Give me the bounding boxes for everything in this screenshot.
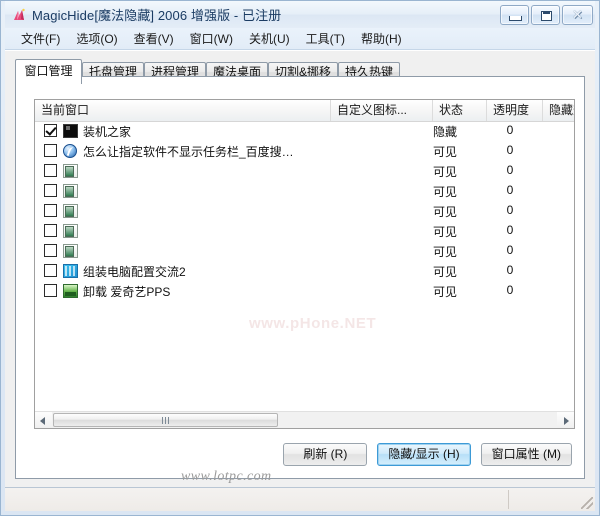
row-status: 可见 <box>433 145 458 159</box>
hide-show-button[interactable]: 隐藏/显示 (H) <box>377 443 471 466</box>
title-bar[interactable]: MagicHide[魔法隐藏] 2006 增强版 - 已注册 ✕ <box>5 1 595 28</box>
window-properties-button[interactable]: 窗口属性 (M) <box>480 443 572 466</box>
menu-bar: 文件(F) 选项(O) 查看(V) 窗口(W) 关机(U) 工具(T) 帮助(H… <box>5 28 595 50</box>
row-transparency: 0 <box>506 203 514 217</box>
table-row[interactable]: 可见 0 <box>35 181 574 201</box>
window-title: MagicHide[魔法隐藏] 2006 增强版 - 已注册 <box>32 8 282 23</box>
status-panel-left <box>9 490 509 509</box>
window-list[interactable]: 当前窗口自定义图标...状态透明度隐藏热键 装机之家隐藏0怎么让指定软件不显示任… <box>34 99 575 429</box>
column-header-4[interactable]: 隐藏热键 <box>543 100 574 121</box>
menu-item-view[interactable]: 查看(V) <box>126 28 182 50</box>
list-body[interactable]: 装机之家 隐藏 0 怎么让指定软件不显示任务栏_百度搜… 可见 0 可见 0 可见 0 可见 0 可见 0… <box>35 121 574 411</box>
row-status: 可见 <box>433 185 458 199</box>
menu-item-tools[interactable]: 工具(T) <box>298 28 353 50</box>
horizontal-scrollbar[interactable] <box>35 411 574 428</box>
resize-grip-icon[interactable] <box>581 497 593 509</box>
row-checkbox[interactable] <box>44 284 57 297</box>
row-window-title: 卸载 爱奇艺PPS <box>83 285 171 299</box>
row-transparency: 0 <box>506 123 514 137</box>
table-row[interactable]: 可见 0 <box>35 221 574 241</box>
close-icon: ✕ <box>572 7 583 22</box>
table-row[interactable]: 组装电脑配置交流2 可见 0 <box>35 261 574 281</box>
column-header-3[interactable]: 透明度 <box>487 100 543 121</box>
window-frame-inner: MagicHide[魔法隐藏] 2006 增强版 - 已注册 ✕ 文件(F) 选… <box>5 1 595 511</box>
column-header-0[interactable]: 当前窗口 <box>35 100 331 121</box>
tab-0[interactable]: 窗口管理 <box>15 59 82 84</box>
column-header-1[interactable]: 自定义图标... <box>331 100 433 121</box>
row-checkbox[interactable] <box>44 164 57 177</box>
list-header: 当前窗口自定义图标...状态透明度隐藏热键 <box>35 100 574 122</box>
row-window-title: 装机之家 <box>83 125 132 139</box>
menu-item-help[interactable]: 帮助(H) <box>353 28 410 50</box>
generic-window-icon <box>63 184 78 198</box>
close-button[interactable]: ✕ <box>562 5 593 25</box>
menu-item-file[interactable]: 文件(F) <box>13 28 68 50</box>
row-transparency: 0 <box>506 263 514 277</box>
row-status: 可见 <box>433 225 458 239</box>
application-window: MagicHide[魔法隐藏] 2006 增强版 - 已注册 ✕ 文件(F) 选… <box>0 0 600 516</box>
column-header-2[interactable]: 状态 <box>433 100 487 121</box>
row-window-title: 组装电脑配置交流2 <box>83 265 186 279</box>
client-area: 窗口管理 托盘管理 进程管理 魔法桌面 切割&挪移 持久热键 当前窗口 自定义图标... 状态… <box>5 50 595 487</box>
action-button-row: 刷新 (R) 隐藏/显示 (H) 窗口属性 (M) <box>283 443 572 466</box>
generic-window-icon <box>63 164 78 178</box>
browser-globe-icon <box>63 144 77 158</box>
row-status: 可见 <box>433 265 458 279</box>
refresh-button[interactable]: 刷新 (R) <box>283 443 368 466</box>
minimize-icon <box>509 16 522 21</box>
menu-item-window[interactable]: 窗口(W) <box>182 28 241 50</box>
row-transparency: 0 <box>506 283 514 297</box>
scroll-right-arrow[interactable] <box>557 412 574 428</box>
watermark-primary: www.lotpc.com <box>181 469 272 484</box>
row-status: 可见 <box>433 285 458 299</box>
tab-panel-window-management: 当前窗口自定义图标...状态透明度隐藏热键 装机之家隐藏0怎么让指定软件不显示任… <box>15 76 585 484</box>
row-status: 可见 <box>433 205 458 219</box>
scrollbar-thumb[interactable] <box>53 413 278 427</box>
status-panel-right <box>509 490 589 509</box>
row-status: 可见 <box>433 165 458 179</box>
black-window-icon <box>63 124 78 138</box>
qq-group-icon <box>63 264 78 278</box>
table-row[interactable]: 可见 0 <box>35 201 574 221</box>
window-controls: ✕ <box>500 5 593 25</box>
row-transparency: 0 <box>506 143 514 157</box>
row-transparency: 0 <box>506 243 514 257</box>
row-transparency: 0 <box>506 223 514 237</box>
row-checkbox[interactable] <box>44 264 57 277</box>
generic-window-icon <box>63 244 78 258</box>
maximize-icon <box>541 11 552 21</box>
magichide-app-icon <box>14 8 25 20</box>
menu-item-shutdown[interactable]: 关机(U) <box>241 28 298 50</box>
row-transparency: 0 <box>506 183 514 197</box>
menu-item-options[interactable]: 选项(O) <box>68 28 125 50</box>
row-window-title: 怎么让指定软件不显示任务栏_百度搜… <box>83 145 294 159</box>
pps-uninstall-icon <box>63 284 78 298</box>
table-row[interactable]: 怎么让指定软件不显示任务栏_百度搜… 可见 0 <box>35 141 574 161</box>
row-checkbox[interactable] <box>44 204 57 217</box>
generic-window-icon <box>63 204 78 218</box>
status-bar <box>5 487 595 511</box>
scrollbar-grip-icon <box>161 417 170 424</box>
row-checkbox[interactable] <box>44 224 57 237</box>
table-row[interactable]: 装机之家 隐藏 0 <box>35 121 574 141</box>
minimize-button[interactable] <box>500 5 529 25</box>
table-row[interactable]: 卸载 爱奇艺PPS 可见 0 <box>35 281 574 301</box>
maximize-button[interactable] <box>531 5 560 25</box>
table-row[interactable]: 可见 0 <box>35 241 574 261</box>
generic-window-icon <box>63 224 78 238</box>
table-row[interactable]: 可见 0 <box>35 161 574 181</box>
row-checkbox[interactable] <box>44 244 57 257</box>
row-status: 可见 <box>433 245 458 259</box>
row-checkbox[interactable] <box>44 144 57 157</box>
row-checkbox[interactable] <box>44 184 57 197</box>
row-transparency: 0 <box>506 163 514 177</box>
row-status: 隐藏 <box>433 125 458 139</box>
scroll-left-arrow[interactable] <box>35 412 52 428</box>
row-checkbox[interactable] <box>44 124 57 137</box>
